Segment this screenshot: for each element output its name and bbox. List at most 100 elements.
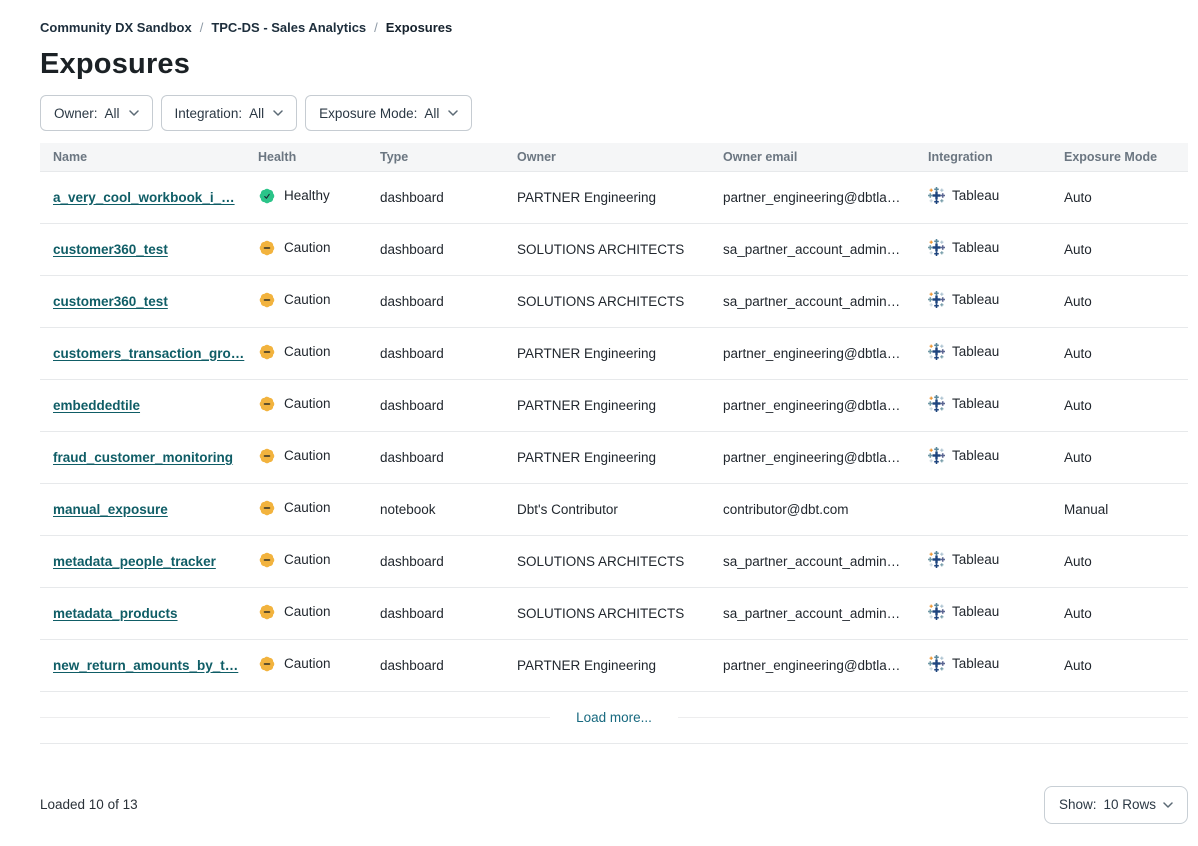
health-label: Caution — [284, 448, 331, 463]
exposure-mode-cell: Auto — [1064, 171, 1188, 223]
breadcrumb-separator: / — [374, 20, 378, 35]
tableau-icon — [928, 291, 945, 308]
exposure-mode-cell: Auto — [1064, 379, 1188, 431]
name-cell: fraud_customer_monitoring — [40, 431, 258, 483]
page-title: Exposures — [40, 48, 1188, 81]
exposures-table: Name Health Type Owner Owner email Integ… — [40, 143, 1188, 744]
owner-email-cell: sa_partner_account_admin… — [723, 275, 928, 327]
integration-cell-content: Tableau — [928, 343, 999, 360]
exposure-name-link[interactable]: customers_transaction_gro… — [53, 346, 244, 361]
health-label: Caution — [284, 656, 331, 671]
name-cell: customer360_test — [40, 223, 258, 275]
exposure-name-link[interactable]: embeddedtile — [53, 398, 140, 413]
health-seal-icon — [258, 239, 276, 257]
table-row: metadata_products Caution dashboard SOLU… — [40, 587, 1188, 639]
exposure-name-link[interactable]: customer360_test — [53, 294, 168, 309]
chevron-down-icon — [129, 110, 139, 116]
owner-email-cell: partner_engineering@dbtla… — [723, 171, 928, 223]
load-more-link[interactable]: Load more... — [576, 710, 652, 725]
exposure-mode-cell: Auto — [1064, 587, 1188, 639]
column-header-type: Type — [380, 143, 517, 171]
exposure-name-link[interactable]: customer360_test — [53, 242, 168, 257]
column-header-owner: Owner — [517, 143, 723, 171]
health-cell: Caution — [258, 431, 380, 483]
integration-cell — [928, 483, 1064, 535]
column-header-integration: Integration — [928, 143, 1064, 171]
integration-cell: Tableau — [928, 639, 1064, 691]
integration-cell: Tableau — [928, 275, 1064, 327]
owner-email-cell: partner_engineering@dbtla… — [723, 379, 928, 431]
health-label: Caution — [284, 396, 331, 411]
health-cell: Caution — [258, 587, 380, 639]
chevron-down-icon — [273, 110, 283, 116]
health-cell: Caution — [258, 327, 380, 379]
integration-filter-dropdown[interactable]: Integration: All — [161, 95, 298, 131]
health-badge: Caution — [258, 447, 331, 465]
health-badge: Healthy — [258, 187, 330, 205]
type-cell: dashboard — [380, 379, 517, 431]
table-row: customers_transaction_gro… Caution dashb… — [40, 327, 1188, 379]
exposure-mode-filter-dropdown[interactable]: Exposure Mode: All — [305, 95, 472, 131]
name-cell: customer360_test — [40, 275, 258, 327]
health-badge: Caution — [258, 291, 331, 309]
show-rows-dropdown[interactable]: Show: 10 Rows — [1044, 786, 1188, 824]
table-row: metadata_people_tracker Caution dashboar… — [40, 535, 1188, 587]
name-cell: metadata_people_tracker — [40, 535, 258, 587]
table-body: a_very_cool_workbook_i_… Healthy dashboa… — [40, 171, 1188, 691]
exposure-name-link[interactable]: metadata_products — [53, 606, 178, 621]
owner-cell: SOLUTIONS ARCHITECTS — [517, 535, 723, 587]
column-header-exposure-mode: Exposure Mode — [1064, 143, 1188, 171]
breadcrumb-separator: / — [200, 20, 204, 35]
exposures-page: Community DX Sandbox / TPC-DS - Sales An… — [0, 0, 1198, 846]
show-rows-value: 10 Rows — [1103, 797, 1156, 812]
exposure-name-link[interactable]: metadata_people_tracker — [53, 554, 216, 569]
health-seal-icon — [258, 395, 276, 413]
table-row: manual_exposure Caution notebook Dbt's C… — [40, 483, 1188, 535]
type-cell: dashboard — [380, 327, 517, 379]
table-row: new_return_amounts_by_t… Caution dashboa… — [40, 639, 1188, 691]
integration-label: Tableau — [952, 188, 999, 203]
health-seal-icon — [258, 447, 276, 465]
breadcrumb-item-exposures: Exposures — [386, 20, 452, 35]
table-row: fraud_customer_monitoring Caution dashbo… — [40, 431, 1188, 483]
health-label: Caution — [284, 344, 331, 359]
name-cell: embeddedtile — [40, 379, 258, 431]
exposure-mode-cell: Auto — [1064, 275, 1188, 327]
exposure-name-link[interactable]: fraud_customer_monitoring — [53, 450, 233, 465]
integration-label: Tableau — [952, 344, 999, 359]
health-label: Caution — [284, 604, 331, 619]
health-cell: Caution — [258, 535, 380, 587]
integration-cell-content: Tableau — [928, 447, 999, 464]
owner-cell: SOLUTIONS ARCHITECTS — [517, 223, 723, 275]
exposure-mode-cell: Auto — [1064, 639, 1188, 691]
integration-cell: Tableau — [928, 379, 1064, 431]
owner-cell: PARTNER Engineering — [517, 639, 723, 691]
owner-cell: SOLUTIONS ARCHITECTS — [517, 275, 723, 327]
health-seal-icon — [258, 343, 276, 361]
integration-cell-content: Tableau — [928, 395, 999, 412]
exposure-mode-cell: Auto — [1064, 223, 1188, 275]
type-cell: dashboard — [380, 171, 517, 223]
owner-cell: PARTNER Engineering — [517, 171, 723, 223]
table-row: customer360_test Caution dashboard SOLUT… — [40, 223, 1188, 275]
health-cell: Caution — [258, 275, 380, 327]
owner-email-cell: sa_partner_account_admin… — [723, 535, 928, 587]
breadcrumb-item-environment[interactable]: TPC-DS - Sales Analytics — [211, 20, 366, 35]
type-cell: dashboard — [380, 587, 517, 639]
type-cell: dashboard — [380, 639, 517, 691]
tableau-icon — [928, 343, 945, 360]
exposure-mode-filter-value: All — [424, 106, 439, 121]
tableau-icon — [928, 655, 945, 672]
integration-label: Tableau — [952, 448, 999, 463]
exposure-name-link[interactable]: new_return_amounts_by_t… — [53, 658, 238, 673]
integration-filter-value: All — [249, 106, 264, 121]
health-cell: Caution — [258, 483, 380, 535]
owner-filter-value: All — [105, 106, 120, 121]
owner-filter-dropdown[interactable]: Owner: All — [40, 95, 153, 131]
exposure-name-link[interactable]: a_very_cool_workbook_i_… — [53, 190, 235, 205]
breadcrumb-item-project[interactable]: Community DX Sandbox — [40, 20, 192, 35]
chevron-down-icon — [1163, 802, 1173, 808]
health-seal-icon — [258, 603, 276, 621]
exposure-name-link[interactable]: manual_exposure — [53, 502, 168, 517]
health-badge: Caution — [258, 499, 331, 517]
